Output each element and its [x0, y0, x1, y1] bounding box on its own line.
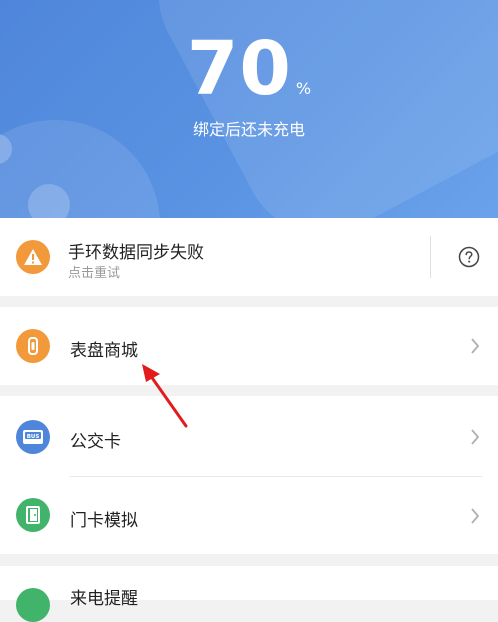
watch-icon [16, 329, 50, 363]
bus-badge-text: BUS [27, 434, 40, 440]
sync-failed-title: 手环数据同步失败 [68, 243, 204, 263]
door-icon [16, 498, 50, 532]
call-reminder-label: 来电提醒 [70, 589, 138, 609]
battery-percentage: 70% [0, 30, 498, 108]
door-card-label: 门卡模拟 [70, 511, 138, 531]
help-button[interactable] [458, 246, 480, 272]
battery-value: 70 [186, 26, 292, 112]
chevron-right-icon [470, 506, 480, 530]
charging-status: 绑定后还未充电 [192, 120, 305, 139]
watch-face-store-label: 表盘商城 [70, 341, 138, 361]
battery-unit: % [295, 79, 312, 98]
annotation-arrow-icon [130, 360, 200, 439]
phone-icon [16, 588, 50, 622]
separator [430, 236, 431, 278]
retry-hint: 点击重试 [68, 266, 121, 281]
battery-header: 70% 绑定后还未充电 [0, 0, 498, 218]
header-decoration [28, 184, 70, 218]
question-circle-icon [458, 246, 480, 268]
bus-icon: BUS [16, 420, 50, 454]
chevron-right-icon [470, 336, 480, 360]
bus-card-label: 公交卡 [70, 432, 121, 452]
chevron-right-icon [470, 427, 480, 451]
warning-icon [16, 240, 50, 274]
